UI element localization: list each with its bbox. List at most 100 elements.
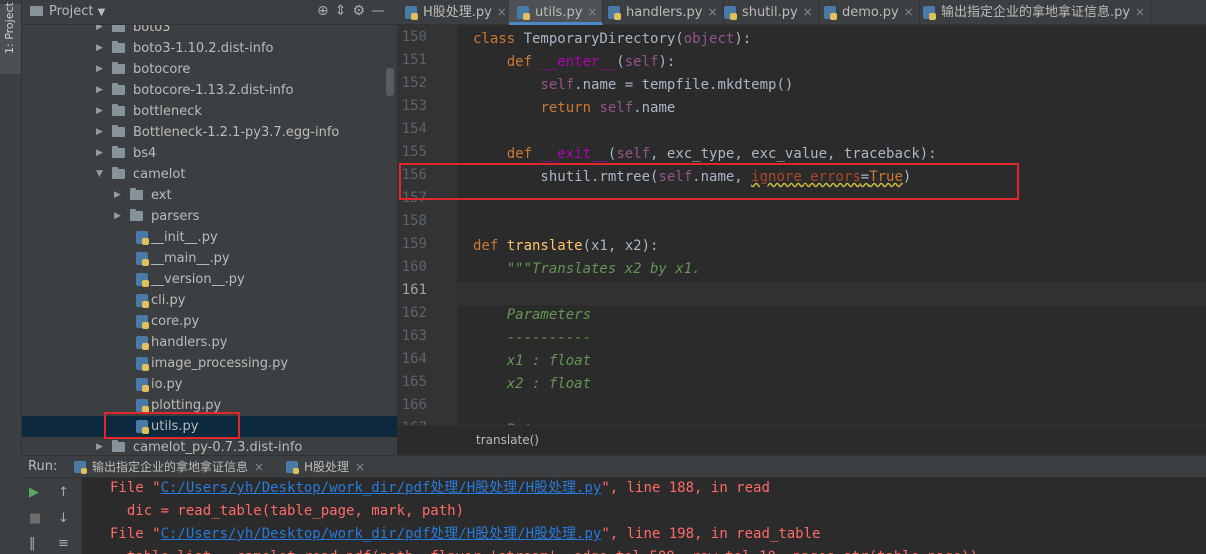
chevron-right-icon[interactable]: ▶ [114, 185, 121, 206]
python-file-icon [923, 6, 936, 20]
tree-item[interactable]: ▼ camelot [22, 164, 397, 185]
chevron-right-icon[interactable]: ▶ [96, 143, 103, 164]
collapse-icon[interactable]: ⇕ [335, 3, 353, 19]
code-line: return self.name [540, 100, 676, 116]
tree-item[interactable]: cli.py [22, 290, 397, 311]
console-text: ", line 198, in read_table [601, 526, 821, 542]
editor-tab-label: 输出指定企业的拿地拿证信息.py [941, 5, 1131, 20]
folder-icon [130, 209, 143, 221]
python-file-icon [136, 378, 149, 392]
tree-item[interactable]: __version__.py [22, 269, 397, 290]
editor-tab-label: handlers.py [626, 5, 703, 20]
folder-icon [112, 62, 125, 74]
run-tab[interactable]: H股处理 × [284, 456, 369, 478]
close-icon[interactable]: × [254, 456, 264, 478]
editor-tab[interactable]: H股处理.py × [397, 0, 513, 25]
python-file-icon [136, 231, 149, 245]
code-line: x1 : float [506, 353, 592, 369]
close-icon[interactable]: × [355, 456, 365, 478]
locate-icon[interactable]: ⊕ [317, 3, 335, 19]
tree-item-label: boto3 [133, 25, 171, 35]
folder-icon [112, 146, 125, 158]
chevron-right-icon[interactable]: ▶ [96, 101, 103, 122]
scroll-up-icon[interactable]: ↑ [58, 485, 69, 501]
chevron-right-icon[interactable]: ▶ [96, 25, 103, 38]
project-panel-header: Project ▼ ⊕⇕⚙— [22, 0, 397, 25]
close-icon[interactable]: × [1135, 0, 1145, 25]
run-console[interactable]: File "C:/Users/yh/Desktop/work_dir/pdf处理… [82, 478, 1206, 554]
line-number: 161 [401, 282, 427, 298]
chevron-right-icon[interactable]: ▶ [96, 437, 103, 455]
python-file-icon [136, 252, 149, 266]
tree-item[interactable]: ▶ Bottleneck-1.2.1-py3.7.egg-info [22, 122, 397, 143]
chevron-right-icon[interactable]: ▶ [96, 80, 103, 101]
tree-item[interactable]: core.py [22, 311, 397, 332]
code-editor[interactable]: class TemporaryDirectory(object): def __… [457, 25, 1206, 425]
project-tool-tab[interactable]: 1: Project [0, 2, 21, 74]
console-text: File " [110, 526, 161, 542]
chevron-down-icon[interactable]: ▼ [96, 164, 103, 185]
folder-icon [112, 25, 125, 32]
tree-item[interactable]: io.py [22, 374, 397, 395]
close-icon[interactable]: × [497, 0, 507, 25]
chevron-right-icon[interactable]: ▶ [96, 59, 103, 80]
code-line: self.name = tempfile.mkdtemp() [540, 77, 794, 93]
tree-item-label: image_processing.py [151, 356, 289, 371]
tree-item[interactable]: handlers.py [22, 332, 397, 353]
tree-item[interactable]: ▶ bottleneck [22, 101, 397, 122]
tree-item[interactable]: ▶ botocore [22, 59, 397, 80]
run-tab[interactable]: 输出指定企业的拿地拿证信息 × [72, 456, 268, 478]
tree-item-label: botocore [133, 62, 191, 77]
console-line: table_list = camelot.read_pdf(path, flav… [110, 546, 978, 554]
close-icon[interactable]: × [904, 0, 914, 25]
folder-icon [112, 41, 125, 53]
pause-icon[interactable]: ‖ [29, 536, 36, 552]
editor-tab[interactable]: handlers.py × [600, 0, 724, 25]
run-tab-label: 输出指定企业的拿地拿证信息 [92, 460, 249, 474]
tree-item[interactable]: __main__.py [22, 248, 397, 269]
tree-item[interactable]: ▶ parsers [22, 206, 397, 227]
gear-icon[interactable]: ⚙ [352, 3, 371, 19]
chevron-right-icon[interactable]: ▶ [96, 122, 103, 143]
tree-item[interactable]: ▶ bs4 [22, 143, 397, 164]
editor-tab[interactable]: 输出指定企业的拿地拿证信息.py × [915, 0, 1152, 25]
tree-item[interactable]: ▶ boto3 [22, 25, 397, 38]
editor-tab[interactable]: utils.py × [509, 0, 604, 25]
chevron-down-icon: ▼ [97, 7, 106, 18]
tree-item-label: botocore-1.13.2.dist-info [133, 83, 294, 98]
tree-item[interactable]: ▶ botocore-1.13.2.dist-info [22, 80, 397, 101]
folder-icon [112, 167, 125, 179]
breadcrumb-item[interactable]: translate() [476, 433, 539, 447]
tree-item[interactable]: image_processing.py [22, 353, 397, 374]
chevron-right-icon[interactable]: ▶ [96, 38, 103, 59]
console-text: File " [110, 480, 161, 496]
stop-icon[interactable]: ■ [29, 511, 41, 527]
tree-item[interactable]: ▶ camelot_py-0.7.3.dist-info [22, 437, 397, 455]
tree-item-label: ext [151, 188, 172, 203]
soft-wrap-icon[interactable]: ≡ [58, 536, 69, 552]
chevron-right-icon[interactable]: ▶ [114, 206, 121, 227]
editor-tab[interactable]: demo.py × [816, 0, 920, 25]
close-icon[interactable]: × [587, 0, 597, 25]
tree-item[interactable]: __init__.py [22, 227, 397, 248]
project-toolbar: ⊕⇕⚙— [317, 3, 391, 19]
close-icon[interactable]: × [803, 0, 813, 25]
console-file-link[interactable]: C:/Users/yh/Desktop/work_dir/pdf处理/H股处理/… [161, 480, 602, 496]
line-number: 165 [401, 374, 427, 390]
scroll-down-icon[interactable]: ↓ [58, 511, 69, 527]
tree-item-label: cli.py [151, 293, 186, 308]
code-line: class TemporaryDirectory(object): [473, 31, 752, 47]
project-view-dropdown[interactable]: Project ▼ [30, 4, 105, 19]
run-tab-label: H股处理 [304, 460, 350, 474]
editor-tab-label: demo.py [842, 5, 899, 20]
editor-tab[interactable]: shutil.py × [716, 0, 819, 25]
current-line-highlight [457, 282, 1206, 305]
folder-icon [30, 6, 43, 16]
rerun-icon[interactable]: ▶ [29, 485, 39, 501]
tree-item[interactable]: ▶ boto3-1.10.2.dist-info [22, 38, 397, 59]
tree-item-label: camelot [133, 167, 186, 182]
hide-icon[interactable]: — [371, 3, 391, 19]
python-file-icon [405, 6, 418, 20]
console-file-link[interactable]: C:/Users/yh/Desktop/work_dir/pdf处理/H股处理/… [161, 526, 602, 542]
tree-item[interactable]: ▶ ext [22, 185, 397, 206]
